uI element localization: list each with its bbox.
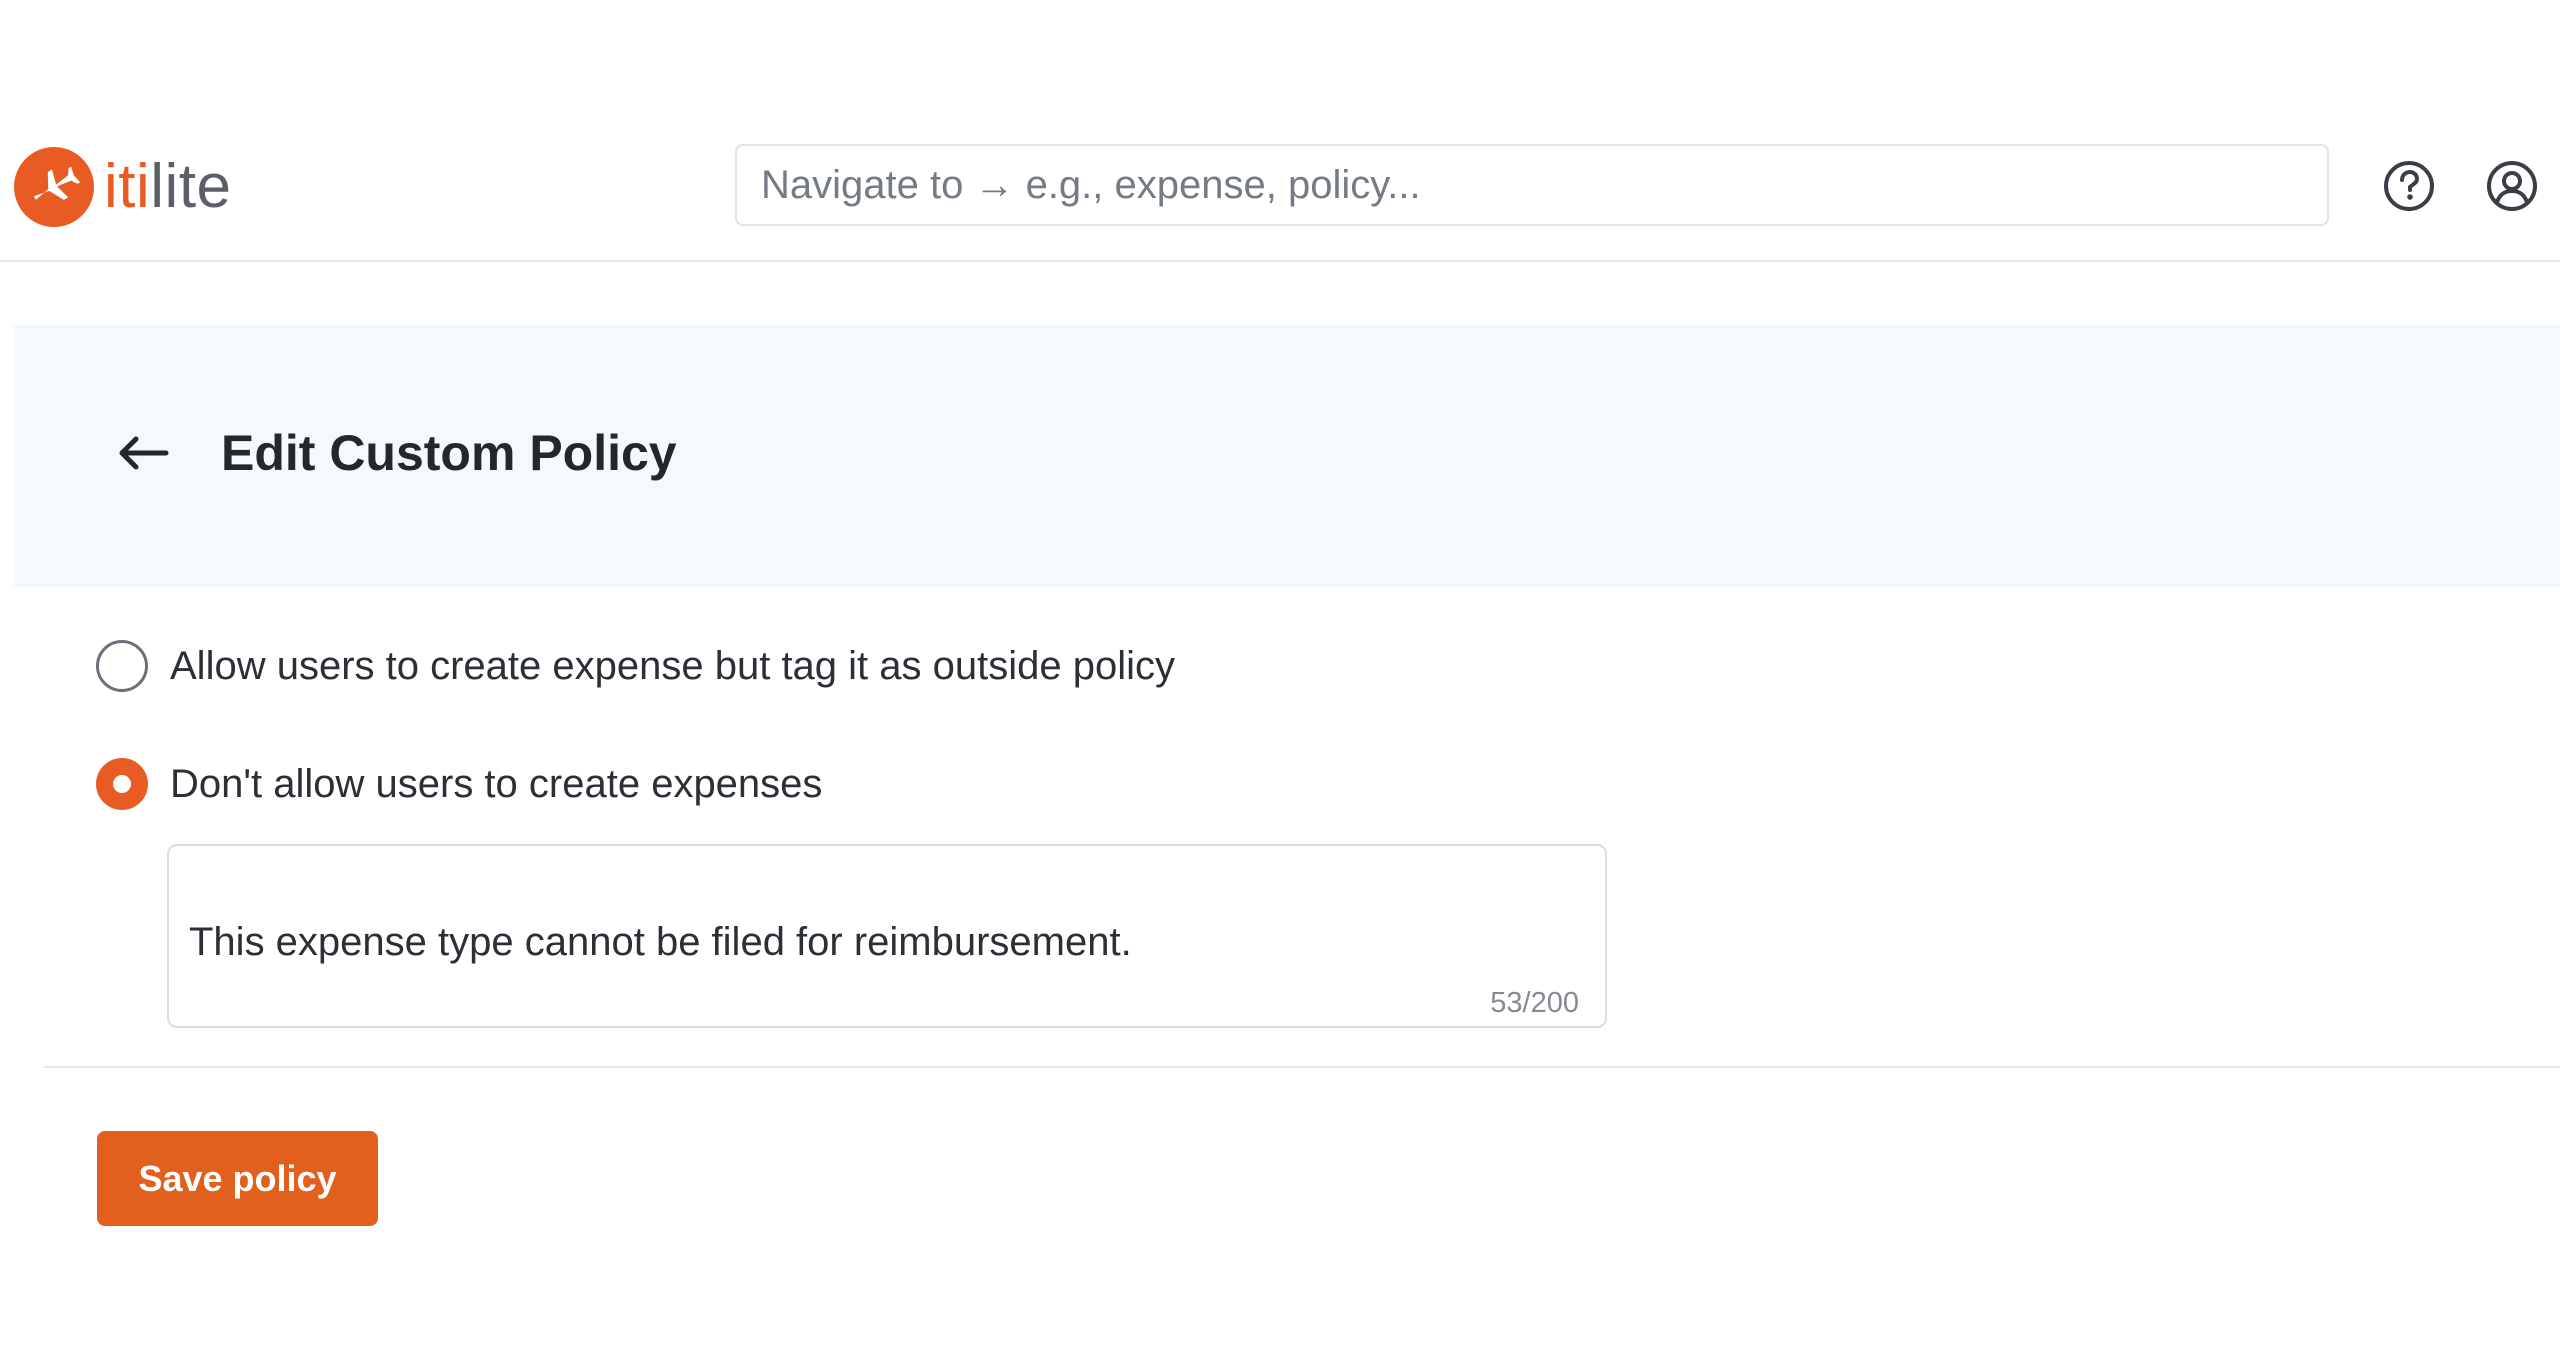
navigate-search-input[interactable] (735, 144, 2329, 226)
arrow-left-icon (119, 436, 169, 470)
back-button[interactable] (96, 405, 192, 501)
option-allow-outside-policy[interactable]: Allow users to create expense but tag it… (96, 636, 1175, 696)
radio-allow-outside-policy[interactable] (96, 640, 148, 692)
page-title: Edit Custom Policy (221, 425, 677, 481)
user-circle-icon[interactable] (2484, 158, 2540, 214)
save-policy-button[interactable]: Save policy (97, 1131, 378, 1226)
radio-selected-dot (113, 775, 131, 793)
itilite-logo[interactable]: itilite (14, 146, 232, 228)
policy-message-textarea[interactable]: This expense type cannot be filed for re… (189, 912, 1569, 972)
character-counter: 53/200 (1490, 987, 1579, 1019)
option-label: Allow users to create expense but tag it… (170, 644, 1175, 688)
logo-wordmark: itilite (104, 156, 232, 218)
airplane-icon (14, 147, 94, 227)
page-header: Edit Custom Policy (14, 325, 2560, 587)
radio-disallow-expenses[interactable] (96, 758, 148, 810)
option-disallow-expenses[interactable]: Don't allow users to create expenses (96, 754, 822, 814)
logo-text-prefix: iti (104, 152, 151, 221)
logo-text-suffix: lite (150, 152, 232, 221)
top-bar: itilite (0, 0, 2560, 262)
option-label: Don't allow users to create expenses (170, 762, 823, 806)
question-circle-icon[interactable] (2381, 158, 2437, 214)
divider (44, 1066, 2560, 1068)
policy-message-field[interactable]: This expense type cannot be filed for re… (167, 844, 1607, 1028)
